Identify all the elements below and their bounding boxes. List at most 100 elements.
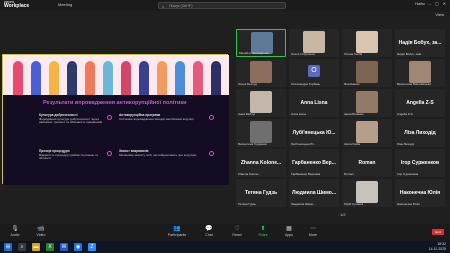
user-name[interactable]: Найя	[415, 1, 425, 6]
camera-icon: 📹	[37, 226, 45, 232]
participant-name: Юрій Сухаков	[344, 202, 364, 206]
participant-tile[interactable]: Олена Гнатів	[342, 29, 392, 57]
minimize-icon[interactable]: –	[429, 1, 431, 6]
participant-tile[interactable]: Ольга Гобушенко	[289, 29, 339, 57]
participant-display-name: Надія Бобух, за...	[398, 40, 442, 46]
participant-video	[356, 181, 378, 203]
participant-tile[interactable]: Roman Roman	[342, 149, 392, 177]
participant-tile[interactable]: Яна Іванюк	[342, 59, 392, 87]
participant-tile[interactable]: Ольга Безпуд	[236, 59, 286, 87]
participant-name: Zhanna Kolone...	[238, 172, 261, 176]
window-controls: Найя – ▢ ✕	[415, 1, 446, 6]
cell-text: Системне впровадження заходів запобіганн…	[119, 116, 194, 121]
more-button[interactable]: ⋯ More	[302, 226, 324, 237]
search-input[interactable]: ⌕ Пошук (Ctrl+F)	[158, 2, 286, 9]
participant-tile[interactable]: Тетяна Гудзь Тетяна Гудзь	[236, 179, 286, 207]
participant-tile[interactable]: Надія Бобух, за... Надія Бобух, заві...	[395, 29, 445, 57]
participant-name: Тетяна Гудзь	[238, 202, 256, 206]
shared-screen: Результати впровадження антикорупційної …	[2, 54, 229, 185]
slide-title: Результати впровадження антикорупційної …	[43, 100, 187, 106]
audio-button[interactable]: 🎙 Audio	[4, 226, 26, 237]
zoom-icon[interactable]: Z	[88, 243, 96, 251]
cell-text: Механізми захисту осіб, які повідомляють…	[119, 152, 197, 157]
react-button[interactable]: ♡ React	[226, 226, 248, 237]
participant-name: Ольга Гобушенко	[291, 52, 316, 56]
participant-tile[interactable]: Юрій Сухаков	[342, 179, 392, 207]
maximize-icon[interactable]: ▢	[435, 1, 439, 6]
chat-icon: 💬	[205, 226, 213, 232]
meeting-title: Meeting	[58, 2, 73, 7]
search-placeholder: Пошук (Ctrl+F)	[169, 4, 193, 8]
participant-tile[interactable]: Анна Бабчук	[236, 89, 286, 117]
participant-tile[interactable]: Angella Z-S Angella Z-S	[395, 89, 445, 117]
folder-icon[interactable]: ▬	[32, 243, 40, 251]
participant-display-name: Наконечна Юлія	[399, 190, 441, 196]
figure	[103, 61, 113, 95]
close-icon[interactable]: ✕	[443, 1, 446, 6]
participant-display-name: Ліза Лиходід	[404, 130, 436, 136]
chat-button[interactable]: 💬 Chat	[198, 226, 220, 237]
participant-name: Anna Lisna	[291, 112, 307, 116]
participant-name: Гарбаненко Вероніка	[291, 172, 321, 176]
participant-tile[interactable]: Михайло Шинкаренко	[236, 29, 286, 57]
participant-name: Валентина Гордієнко	[238, 142, 268, 146]
participant-tile[interactable]: Наконечна Юлія Наконечна Юлія	[395, 179, 445, 207]
participant-video	[250, 61, 272, 83]
search-icon: ⌕	[162, 4, 165, 9]
participant-tile[interactable]: Ліза Лиходід Ліза Лиходід	[395, 119, 445, 147]
page-indicator[interactable]: 1/2	[340, 212, 346, 217]
cell-text: Формування культури доброчесності через …	[39, 116, 102, 125]
participant-name: Ірина Біланюк	[344, 112, 364, 116]
figure	[157, 61, 167, 95]
os-taskbar: ⊞ ⌕ ▬ X W ◉ Z 18:32 14.11.2025	[0, 241, 450, 253]
participant-name: Надія Бобух, заві...	[397, 52, 424, 56]
video-button[interactable]: 📹 Video	[30, 226, 52, 237]
participant-tile[interactable]: Лубі'янецька Ю... Любі ансцька Ю...	[289, 119, 339, 147]
share-button[interactable]: ⬆ Share	[252, 226, 274, 237]
participant-display-name: Zhanna Kolone...	[240, 160, 282, 166]
system-tray[interactable]: 18:32 14.11.2025	[429, 242, 446, 251]
participant-tile[interactable]: Alona Kukla	[342, 119, 392, 147]
slide-cell: Захист викривачів Механізми захисту осіб…	[119, 149, 207, 157]
participant-tile[interactable]: Гарбаненко Вер... Гарбаненко Вероніка	[289, 149, 339, 177]
participant-tile[interactable]: Ірина Біланюк	[342, 89, 392, 117]
end-button[interactable]: End	[432, 229, 444, 235]
participant-name: Ольга Безпуд	[238, 82, 257, 86]
participant-video	[409, 61, 431, 83]
participant-tile[interactable]: Валентина Вишнівецька	[395, 59, 445, 87]
browser-icon[interactable]: ◉	[74, 243, 82, 251]
slide-content: Результати впровадження антикорупційної …	[3, 95, 229, 185]
participant-name: Анна Бабчук	[238, 112, 256, 116]
figure	[139, 61, 149, 95]
figure	[67, 61, 77, 95]
participant-name: Roman	[344, 172, 354, 176]
react-label: React	[232, 233, 242, 237]
people-icon: 👥	[173, 226, 181, 232]
word-icon[interactable]: W	[60, 243, 68, 251]
view-label: View	[435, 12, 444, 17]
title-bar: zoom Workplace Meeting ⌕ Пошук (Ctrl+F) …	[0, 0, 450, 11]
participant-video	[356, 31, 378, 53]
figure	[211, 61, 221, 95]
search-taskbar-icon[interactable]: ⌕	[18, 243, 26, 251]
participant-tile[interactable]: Валентина Гордієнко	[236, 119, 286, 147]
participant-tile[interactable]: Ігор Сурженков Ігор Сурженков	[395, 149, 445, 177]
figure	[31, 61, 41, 95]
apps-button[interactable]: ▦ Apps	[278, 226, 300, 237]
participant-tile[interactable]: O Олександра Горбань	[289, 59, 339, 87]
chat-label: Chat	[205, 233, 213, 237]
participant-tile[interactable]: Anna Lisna Anna Lisna	[289, 89, 339, 117]
participant-tile[interactable]: Zhanna Kolone... Zhanna Kolone...	[236, 149, 286, 177]
participant-video	[356, 121, 378, 143]
excel-icon[interactable]: X	[46, 243, 54, 251]
apps-icon: ▦	[286, 226, 292, 232]
view-button[interactable]: View	[435, 12, 444, 17]
participant-tile[interactable]: Людмила Шимо... Людмила Шимо...	[289, 179, 339, 207]
start-icon[interactable]: ⊞	[4, 243, 12, 251]
participant-video	[356, 91, 378, 113]
participant-display-name: Ігор Сурженков	[400, 160, 440, 166]
slide-cell: Прозорі процедури Відкритість процедур п…	[39, 149, 105, 161]
participants-button[interactable]: 👥 Participants	[166, 226, 188, 237]
slide-cell: Культура доброчесності Формування культу…	[39, 113, 105, 125]
bullet-icon	[107, 115, 112, 120]
